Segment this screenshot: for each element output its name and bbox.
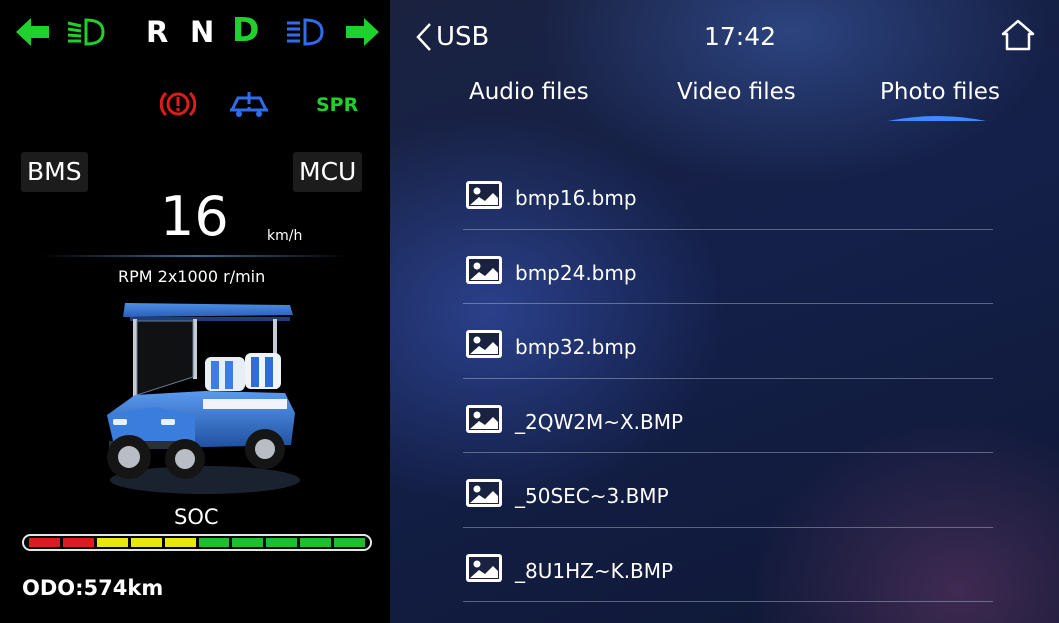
file-name: bmp32.bmp — [515, 335, 637, 359]
gear-r: R — [146, 15, 169, 49]
file-row[interactable]: _8U1HZ~K.BMP — [463, 528, 993, 602]
file-row[interactable]: _2QW2M~X.BMP — [463, 379, 993, 453]
speed-divider — [40, 255, 350, 257]
odometer: ODO:574km — [22, 576, 164, 600]
right-turn-signal-icon — [346, 18, 379, 46]
image-icon — [466, 255, 502, 284]
media-browser: USB 17:42 Audio files Video files Photo … — [390, 0, 1059, 623]
left-turn-signal-icon — [16, 18, 49, 46]
soc-segment — [232, 538, 264, 547]
image-icon — [466, 479, 502, 507]
speed-unit: km/h — [267, 228, 303, 244]
tab-photo-files[interactable]: Photo files — [880, 79, 1000, 105]
file-list: bmp16.bmp bmp24.bmp bmp32.bmp _2QW2M~X.B… — [463, 155, 993, 602]
file-row[interactable]: bmp24.bmp — [463, 230, 993, 304]
high-beam-icon — [287, 18, 324, 46]
spr-indicator: SPR — [316, 94, 359, 116]
soc-segment — [198, 538, 230, 547]
soc-battery-bar — [22, 534, 372, 551]
chevron-left-icon — [416, 23, 431, 51]
speed-value: 16 — [160, 185, 229, 248]
soc-segment — [334, 538, 366, 547]
soc-segment — [29, 538, 60, 547]
instrument-cluster: R N D SPR BMS MCU 16 km/h RPM 2x1000 r/m… — [0, 0, 390, 623]
vehicle-fault-icon — [229, 92, 269, 117]
file-name: _8U1HZ~K.BMP — [515, 558, 674, 583]
image-icon — [466, 404, 502, 433]
back-button[interactable]: USB — [416, 22, 489, 52]
mcu-button[interactable]: MCU — [293, 152, 363, 192]
low-beam-icon — [67, 18, 105, 46]
file-row[interactable]: bmp32.bmp — [463, 304, 993, 379]
soc-segment — [130, 538, 162, 547]
file-row[interactable]: bmp16.bmp — [463, 155, 993, 230]
rpm-readout: RPM 2x1000 r/min — [118, 267, 266, 286]
soc-segment — [300, 538, 332, 547]
brake-warning-icon — [160, 91, 196, 117]
soc-label: SOC — [174, 505, 219, 529]
soc-segment — [96, 538, 128, 547]
image-icon — [466, 181, 502, 209]
gear-d-active: D — [232, 10, 260, 49]
image-icon — [466, 553, 502, 582]
source-title: USB — [436, 22, 490, 52]
file-name: bmp16.bmp — [515, 186, 637, 210]
file-row[interactable]: _50SEC~3.BMP — [463, 453, 993, 528]
file-name: _50SEC~3.BMP — [515, 484, 669, 508]
file-name: bmp24.bmp — [515, 260, 637, 285]
soc-segment — [164, 538, 196, 547]
gear-n: N — [190, 15, 215, 49]
soc-segment — [266, 538, 298, 547]
home-icon[interactable] — [1000, 18, 1036, 52]
golf-cart-image — [107, 303, 300, 494]
active-tab-indicator — [888, 116, 986, 121]
image-icon — [466, 330, 502, 358]
clock: 17:42 — [704, 22, 777, 51]
tab-audio-files[interactable]: Audio files — [469, 79, 589, 105]
soc-segment — [62, 538, 94, 547]
screen: R N D SPR BMS MCU 16 km/h RPM 2x1000 r/m… — [0, 0, 1059, 623]
bms-button[interactable]: BMS — [21, 152, 88, 192]
tab-video-files[interactable]: Video files — [677, 79, 796, 105]
file-name: _2QW2M~X.BMP — [515, 409, 684, 434]
